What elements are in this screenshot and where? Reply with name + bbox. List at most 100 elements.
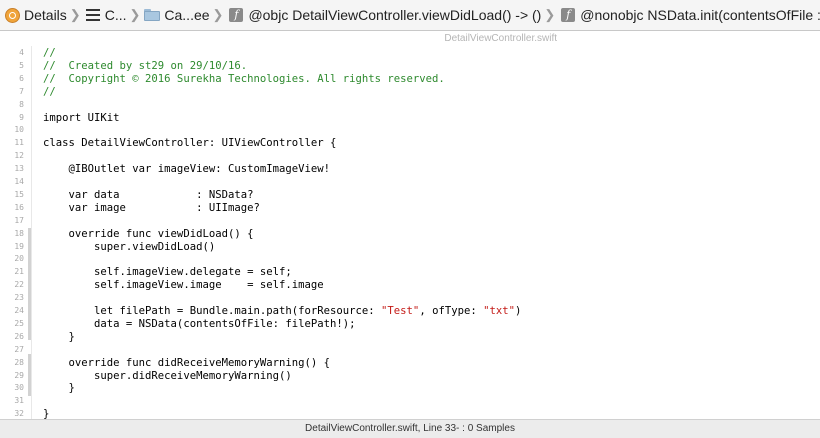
code-text[interactable]: override func viewDidLoad() {: [43, 227, 254, 241]
code-line[interactable]: 19 super.viewDidLoad(): [0, 240, 820, 254]
code-string: "txt": [483, 305, 515, 317]
line-number: 19: [14, 241, 24, 251]
line-number: 23: [14, 293, 24, 303]
line-number: 14: [14, 177, 24, 186]
folder-icon: [144, 9, 161, 21]
code-text[interactable]: self.imageView.image = self.image: [43, 278, 324, 292]
code-token: data = NSData(contentsOfFile: filePath!)…: [43, 317, 356, 330]
code-text[interactable]: //: [43, 85, 56, 99]
code-text[interactable]: override func didReceiveMemoryWarning() …: [43, 356, 331, 370]
line-number: 12: [14, 151, 24, 161]
line-number: 13: [14, 164, 24, 174]
source-editor[interactable]: 4 // 5 // Created by st29 on 29/10/16. 6 // C…: [0, 46, 820, 419]
code-token: }: [43, 408, 50, 419]
code-line[interactable]: 32}: [0, 407, 820, 419]
chevron-right-icon: ❯: [69, 7, 81, 22]
line-number: 18: [14, 228, 24, 238]
code-text[interactable]: var image : UIImage?: [43, 201, 260, 215]
code-line[interactable]: 26 }: [0, 330, 820, 344]
code-line[interactable]: 20: [0, 252, 820, 266]
code-comment: // Created by st29 on 29/10/16.: [43, 59, 248, 72]
file-title: DetailViewController.swift: [0, 31, 820, 46]
code-line[interactable]: 15 var data : NSData?: [0, 188, 820, 202]
code-token: import UIKit: [43, 111, 120, 124]
breadcrumb-label: C...: [104, 7, 127, 23]
code-line[interactable]: 11 class DetailViewController: UIViewCont…: [0, 136, 820, 150]
code-text[interactable]: let filePath = Bundle.main.path(forResou…: [43, 304, 521, 318]
code-line[interactable]: 25 data = NSData(contentsOfFile: filePat…: [0, 317, 820, 331]
code-text[interactable]: }: [43, 330, 75, 344]
breadcrumb-function-nsdata-init[interactable]: f @nonobjc NSData.init(contentsOfFile : …: [559, 0, 820, 30]
breadcrumb-details[interactable]: Details ❯: [0, 0, 85, 30]
code-line[interactable]: 4 //: [0, 46, 820, 60]
breadcrumb-label: Details: [24, 7, 67, 23]
code-line[interactable]: 30 }: [0, 381, 820, 395]
code-token: class DetailViewController: UIViewContro…: [43, 137, 337, 150]
code-line[interactable]: 13 @IBOutlet var imageView: CustomImageV…: [0, 162, 820, 176]
breadcrumb-group[interactable]: C... ❯: [85, 0, 145, 30]
code-text[interactable]: // Created by st29 on 29/10/16.: [43, 59, 247, 73]
code-line[interactable]: 8: [0, 98, 820, 112]
code-text[interactable]: var data : NSData?: [43, 188, 254, 202]
code-line[interactable]: 5 // Created by st29 on 29/10/16.: [0, 59, 820, 73]
code-text[interactable]: class DetailViewController: UIViewContro…: [43, 136, 336, 150]
code-line[interactable]: 17: [0, 214, 820, 228]
code-text[interactable]: // Copyright © 2016 Surekha Technologies…: [43, 72, 445, 86]
code-line[interactable]: 6 // Copyright © 2016 Surekha Technologie…: [0, 72, 820, 86]
function-icon: f: [229, 8, 244, 22]
line-number: 5: [19, 60, 24, 70]
code-text[interactable]: super.didReceiveMemoryWarning(): [43, 369, 292, 383]
line-number: 29: [14, 370, 24, 380]
line-number: 28: [14, 357, 24, 367]
code-line[interactable]: 18 override func viewDidLoad() {: [0, 227, 820, 241]
code-comment: //: [43, 85, 56, 98]
line-number: 22: [14, 280, 24, 290]
line-number: 31: [14, 396, 24, 406]
line-number: 6: [19, 73, 24, 83]
code-token: self.imageView.delegate = self;: [43, 266, 292, 279]
code-line[interactable]: 21 self.imageView.delegate = self;: [0, 265, 820, 279]
code-string: "Test": [381, 305, 420, 317]
line-number: 17: [14, 215, 24, 225]
code-text[interactable]: }: [43, 381, 75, 395]
code-text[interactable]: data = NSData(contentsOfFile: filePath!)…: [43, 317, 356, 331]
chevron-right-icon: ❯: [544, 7, 556, 22]
code-line[interactable]: 14: [0, 175, 820, 189]
code-line[interactable]: 24 let filePath = Bundle.main.path(forRe…: [0, 304, 820, 318]
code-line[interactable]: 27: [0, 343, 820, 357]
code-text[interactable]: //: [43, 46, 56, 60]
project-icon: [5, 7, 20, 23]
breadcrumb-folder[interactable]: Ca...ee ❯: [144, 0, 227, 30]
chevron-right-icon: ❯: [129, 7, 141, 22]
line-number: 7: [19, 86, 24, 96]
code-line[interactable]: 10: [0, 123, 820, 137]
code-token: super.viewDidLoad(): [43, 240, 216, 253]
code-line[interactable]: 31: [0, 394, 820, 408]
breadcrumb-function-viewdidload[interactable]: f @objc DetailViewController.viewDidLoad…: [227, 0, 559, 30]
line-number: 27: [14, 344, 24, 354]
code-line[interactable]: 29 super.didReceiveMemoryWarning(): [0, 369, 820, 383]
code-text[interactable]: }: [43, 407, 49, 419]
line-number: 11: [14, 138, 24, 148]
code-line[interactable]: 9 import UIKit: [0, 111, 820, 125]
status-bar: DetailViewController.swift, Line 33- : 0…: [0, 419, 820, 438]
code-token: super.didReceiveMemoryWarning(): [43, 369, 292, 382]
code-token: override func viewDidLoad() {: [43, 227, 254, 240]
code-line[interactable]: 7 //: [0, 85, 820, 99]
code-token: }: [43, 330, 75, 343]
code-text[interactable]: @IBOutlet var imageView: CustomImageView…: [43, 162, 331, 176]
code-line[interactable]: 23: [0, 291, 820, 305]
code-line[interactable]: 22 self.imageView.image = self.image: [0, 278, 820, 292]
code-text[interactable]: super.viewDidLoad(): [43, 240, 215, 254]
code-line[interactable]: 12: [0, 149, 820, 163]
code-line[interactable]: 28 override func didReceiveMemoryWarning…: [0, 356, 820, 370]
line-number: 10: [14, 125, 24, 135]
code-text[interactable]: self.imageView.delegate = self;: [43, 265, 292, 279]
code-token: ): [515, 305, 522, 317]
code-token: var image : UIImage?: [43, 201, 260, 214]
breadcrumb-label: Ca...ee: [164, 7, 210, 23]
code-text[interactable]: import UIKit: [43, 111, 120, 125]
line-number: 9: [19, 112, 24, 122]
function-icon: f: [561, 8, 576, 22]
code-line[interactable]: 16 var image : UIImage?: [0, 201, 820, 215]
